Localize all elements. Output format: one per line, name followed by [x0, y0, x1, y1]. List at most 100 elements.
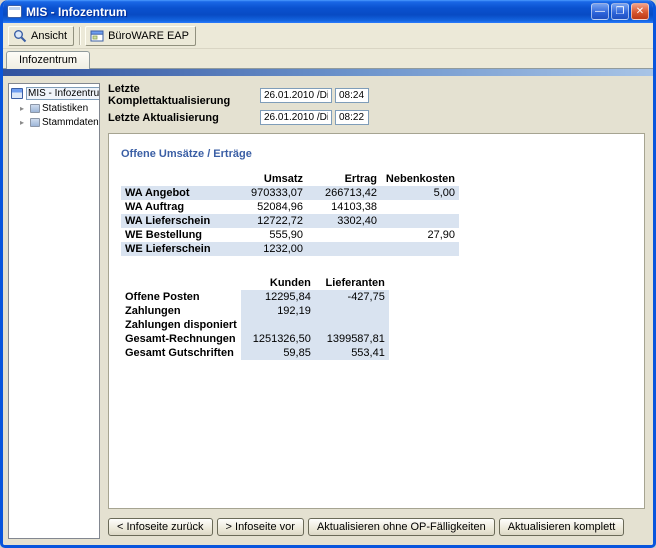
table-row: WA Auftrag 52084,96 14103,38 [121, 200, 459, 214]
tab-infozentrum[interactable]: Infozentrum [6, 51, 90, 69]
tab-strip: Infozentrum [3, 49, 653, 69]
expander-icon[interactable]: ▸ [20, 104, 28, 113]
cell-umsatz: 52084,96 [233, 200, 307, 214]
row-label: WA Angebot [121, 186, 233, 200]
komplett-time-field[interactable] [335, 88, 369, 103]
header-gradient-band [3, 69, 653, 76]
buroware-eap-button[interactable]: BüroWARE EAP [85, 26, 196, 46]
cell-ertrag: 266713,42 [307, 186, 381, 200]
row-label: Offene Posten [121, 290, 241, 304]
cell-lieferanten [315, 318, 389, 332]
minimize-button[interactable]: — [591, 3, 609, 20]
row-label: Gesamt Gutschriften [121, 346, 241, 360]
tree-item-statistiken[interactable]: ▸ Statistiken [20, 103, 97, 114]
row-label: WE Lieferschein [121, 242, 233, 256]
footer-button-bar: < Infoseite zurück > Infoseite vor Aktua… [108, 515, 645, 539]
tree-item-mis-infozentrum[interactable]: MIS - Infozentrum [11, 87, 97, 100]
aktualisieren-komplett-button[interactable]: Aktualisieren komplett [499, 518, 625, 536]
cell-umsatz: 12722,72 [233, 214, 307, 228]
cell-umsatz: 555,90 [233, 228, 307, 242]
tree-item-label: Statistiken [42, 103, 88, 114]
titlebar[interactable]: MIS - Infozentrum — ❐ ✕ [3, 0, 653, 23]
app-icon [7, 5, 22, 18]
window-title: MIS - Infozentrum [26, 5, 587, 19]
cell-kunden: 59,85 [241, 346, 315, 360]
expander-icon[interactable]: ▸ [20, 118, 28, 127]
infoseite-zurueck-button[interactable]: < Infoseite zurück [108, 518, 213, 536]
stammdaten-icon [30, 118, 40, 127]
ansicht-label: Ansicht [31, 30, 67, 42]
cell-nebenkosten: 27,90 [381, 228, 459, 242]
table-row: WA Lieferschein 12722,72 3302,40 [121, 214, 459, 228]
tree-root-icon [11, 88, 23, 99]
cell-nebenkosten [381, 214, 459, 228]
cell-lieferanten: -427,75 [315, 290, 389, 304]
close-button[interactable]: ✕ [631, 3, 649, 20]
row-label: Gesamt-Rechnungen [121, 332, 241, 346]
column-header-ertrag: Ertrag [307, 172, 381, 186]
cell-ertrag: 3302,40 [307, 214, 381, 228]
column-header-umsatz: Umsatz [233, 172, 307, 186]
column-header [121, 172, 233, 186]
tree-root-label: MIS - Infozentrum [26, 87, 100, 100]
letzte-date-field[interactable] [260, 110, 332, 125]
row-label: WA Lieferschein [121, 214, 233, 228]
table-row: Zahlungen 192,19 [121, 304, 389, 318]
info-panel: Offene Umsätze / Erträge Umsatz Ertrag N… [108, 133, 645, 509]
infoseite-vor-button[interactable]: > Infoseite vor [217, 518, 304, 536]
cell-kunden: 12295,84 [241, 290, 315, 304]
cell-nebenkosten [381, 200, 459, 214]
cell-ertrag: 14103,38 [307, 200, 381, 214]
row-label: Zahlungen disponiert [121, 318, 241, 332]
statistiken-icon [30, 104, 40, 113]
panel-heading: Offene Umsätze / Erträge [121, 148, 632, 160]
cell-nebenkosten: 5,00 [381, 186, 459, 200]
cell-umsatz: 1232,00 [233, 242, 307, 256]
ansicht-button[interactable]: Ansicht [8, 26, 74, 46]
tree-item-stammdaten[interactable]: ▸ Stammdaten [20, 117, 97, 128]
accounts-table: Kunden Lieferanten Offene Posten 12295,8… [121, 276, 389, 360]
table-row: Zahlungen disponiert [121, 318, 389, 332]
column-header [121, 276, 241, 290]
sales-header-row: Umsatz Ertrag Nebenkosten [121, 172, 459, 186]
table-row: Gesamt-Rechnungen 1251326,50 1399587,81 [121, 332, 389, 346]
update-row-letzte: Letzte Aktualisierung [108, 110, 645, 125]
cell-kunden [241, 318, 315, 332]
table-row: WE Bestellung 555,90 27,90 [121, 228, 459, 242]
cell-kunden: 192,19 [241, 304, 315, 318]
sales-table: Umsatz Ertrag Nebenkosten WA Angebot 970… [121, 172, 459, 256]
update-label: Letzte Aktualisierung [108, 112, 260, 124]
table-row: WE Lieferschein 1232,00 [121, 242, 459, 256]
aktualisieren-ohne-op-button[interactable]: Aktualisieren ohne OP-Fälligkeiten [308, 518, 495, 536]
buroware-eap-label: BüroWARE EAP [108, 30, 189, 42]
eap-icon [90, 29, 104, 43]
ansicht-icon [13, 29, 27, 43]
table-row: Gesamt Gutschriften 59,85 553,41 [121, 346, 389, 360]
accounts-header-row: Kunden Lieferanten [121, 276, 389, 290]
row-label: WA Auftrag [121, 200, 233, 214]
komplett-date-field[interactable] [260, 88, 332, 103]
content-frame: MIS - Infozentrum ▸ Statistiken ▸ Stammd… [3, 69, 653, 545]
table-row: WA Angebot 970333,07 266713,42 5,00 [121, 186, 459, 200]
cell-umsatz: 970333,07 [233, 186, 307, 200]
maximize-button[interactable]: ❐ [611, 3, 629, 20]
app-window: MIS - Infozentrum — ❐ ✕ Ansicht [0, 0, 656, 548]
table-row: Offene Posten 12295,84 -427,75 [121, 290, 389, 304]
letzte-time-field[interactable] [335, 110, 369, 125]
update-label: Letzte Komplettaktualisierung [108, 83, 260, 107]
cell-ertrag [307, 228, 381, 242]
toolbar: Ansicht BüroWARE EAP [3, 23, 653, 49]
main-area: Letzte Komplettaktualisierung Letzte Akt… [108, 83, 645, 539]
cell-lieferanten [315, 304, 389, 318]
tree-item-label: Stammdaten [42, 117, 99, 128]
cell-nebenkosten [381, 242, 459, 256]
column-header-lieferanten: Lieferanten [315, 276, 389, 290]
toolbar-separator [79, 27, 80, 45]
row-label: WE Bestellung [121, 228, 233, 242]
column-header-nebenkosten: Nebenkosten [381, 172, 459, 186]
column-header-kunden: Kunden [241, 276, 315, 290]
update-row-komplett: Letzte Komplettaktualisierung [108, 83, 645, 107]
cell-lieferanten: 553,41 [315, 346, 389, 360]
navigation-tree: MIS - Infozentrum ▸ Statistiken ▸ Stammd… [8, 83, 100, 539]
cell-kunden: 1251326,50 [241, 332, 315, 346]
